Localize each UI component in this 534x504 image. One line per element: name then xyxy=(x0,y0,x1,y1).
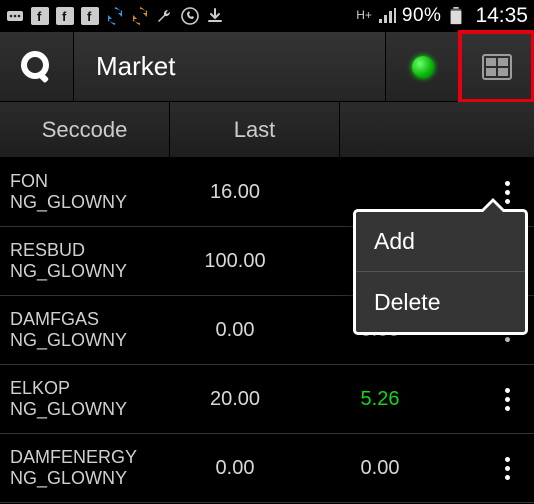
seccode-line2: NG_GLOWNY xyxy=(10,399,160,420)
facebook-icon: f xyxy=(81,7,99,25)
whatsapp-icon xyxy=(181,7,199,25)
seccode-cell: FON NG_GLOWNY xyxy=(10,172,160,212)
notification-icon xyxy=(6,7,24,25)
grid-layout-icon xyxy=(482,54,512,80)
wrench-icon xyxy=(156,7,174,25)
view-menu-button[interactable] xyxy=(460,32,534,101)
seccode-line2: NG_GLOWNY xyxy=(10,192,160,213)
svg-text:f: f xyxy=(87,9,92,24)
row-overflow-button[interactable] xyxy=(490,384,524,414)
last-cell: 100.00 xyxy=(160,250,310,273)
battery-percent: 90% xyxy=(402,5,442,27)
table-row[interactable]: DAMFENERGY NG_GLOWNY 0.00 0.00 xyxy=(0,434,534,503)
status-left: f f f xyxy=(6,7,224,25)
column-header-seccode[interactable]: Seccode xyxy=(0,102,170,157)
table-row[interactable]: ELKOP NG_GLOWNY 20.00 5.26 xyxy=(0,365,534,434)
online-status-dot-icon xyxy=(412,56,434,78)
app-title-bar: Market xyxy=(0,32,534,102)
seccode-cell: DAMFGAS NG_GLOWNY xyxy=(10,310,160,350)
android-status-bar: f f f H+ 90% 14:35 xyxy=(0,0,534,32)
change-cell: 0.00 xyxy=(310,457,450,480)
signal-icon xyxy=(378,7,396,25)
seccode-line2: NG_GLOWNY xyxy=(10,468,160,489)
status-indicator-button[interactable] xyxy=(386,32,460,101)
sync-icon xyxy=(106,7,124,25)
seccode-cell: RESBUD NG_GLOWNY xyxy=(10,241,160,281)
seccode-line2: NG_GLOWNY xyxy=(10,261,160,282)
svg-text:f: f xyxy=(37,9,42,24)
sync-icon xyxy=(131,7,149,25)
network-type: H+ xyxy=(356,11,372,21)
seccode-cell: ELKOP NG_GLOWNY xyxy=(10,379,160,419)
seccode-line1: RESBUD xyxy=(10,241,160,261)
clock: 14:35 xyxy=(475,4,528,28)
battery-icon xyxy=(447,7,465,25)
content-area: Seccode Last FON NG_GLOWNY 16.00 RESBUD … xyxy=(0,102,534,503)
seccode-cell: DAMFENERGY NG_GLOWNY xyxy=(10,448,160,488)
row-overflow-button[interactable] xyxy=(490,453,524,483)
last-cell: 0.00 xyxy=(160,457,310,480)
facebook-icon: f xyxy=(56,7,74,25)
last-cell: 0.00 xyxy=(160,319,310,342)
seccode-line2: NG_GLOWNY xyxy=(10,330,160,351)
column-header-change[interactable] xyxy=(340,102,534,157)
screen-title: Market xyxy=(74,32,386,101)
change-cell: 5.26 xyxy=(310,388,450,411)
seccode-line1: FON xyxy=(10,172,160,192)
menu-item-add[interactable]: Add xyxy=(356,212,525,272)
seccode-line1: DAMFGAS xyxy=(10,310,160,330)
svg-text:f: f xyxy=(62,9,67,24)
column-header-last[interactable]: Last xyxy=(170,102,340,157)
magnifier-q-icon xyxy=(20,50,54,84)
last-cell: 16.00 xyxy=(160,181,310,204)
menu-item-delete[interactable]: Delete xyxy=(356,272,525,332)
column-header-row: Seccode Last xyxy=(0,102,534,158)
seccode-line1: ELKOP xyxy=(10,379,160,399)
view-dropdown-menu: Add Delete xyxy=(353,209,528,335)
status-right: H+ 90% 14:35 xyxy=(356,4,528,28)
app-logo-button[interactable] xyxy=(0,32,74,101)
seccode-line1: DAMFENERGY xyxy=(10,448,160,468)
facebook-icon: f xyxy=(31,7,49,25)
download-icon xyxy=(206,7,224,25)
last-cell: 20.00 xyxy=(160,388,310,411)
